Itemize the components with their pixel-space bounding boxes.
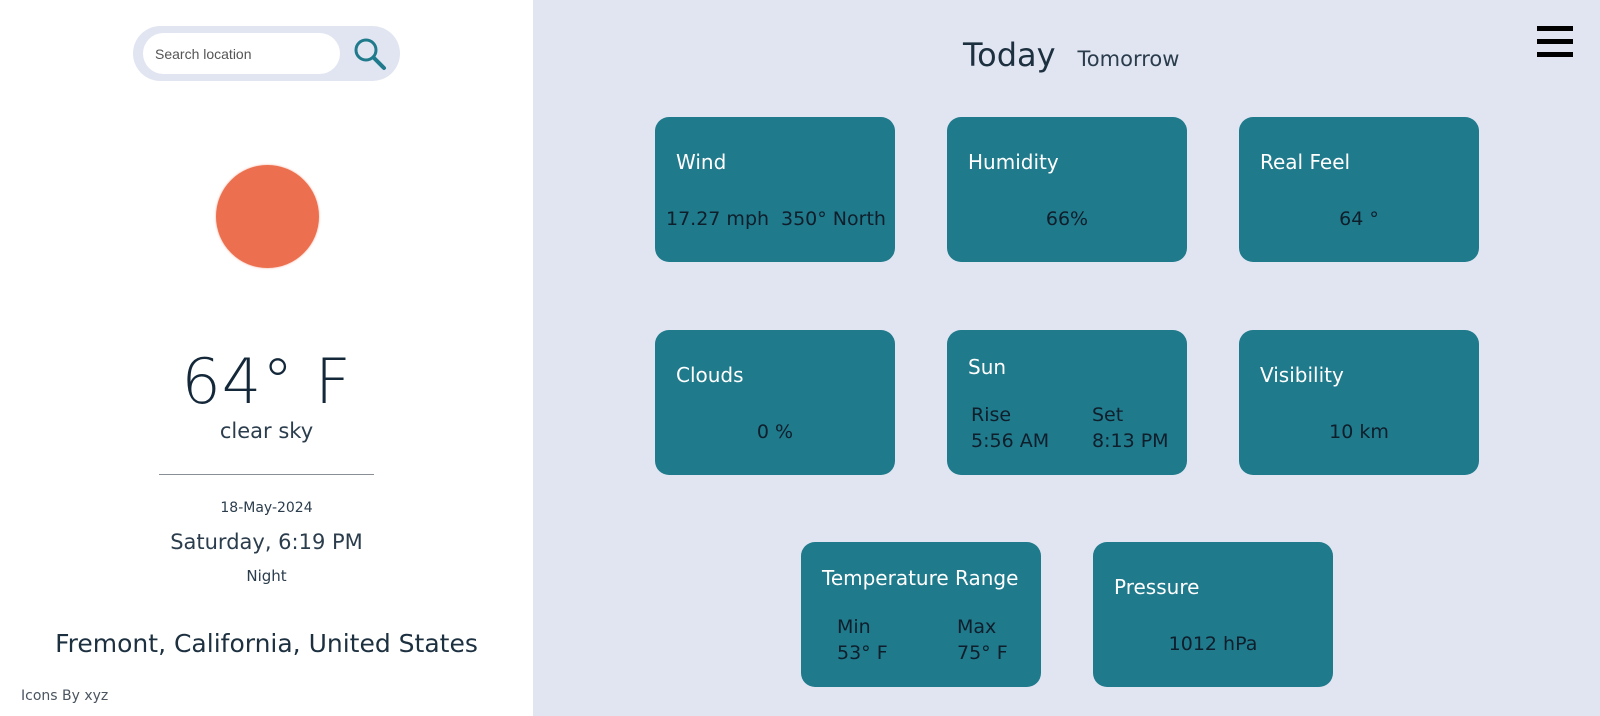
humidity-value: 66% [1045, 208, 1089, 230]
max-value: 75° F [957, 642, 1008, 664]
sunrise: Rise 5:56 AM [971, 402, 1049, 454]
wind-direction: 350° North [781, 208, 886, 230]
card-title: Sun [968, 355, 1007, 379]
visibility-value: 10 km [1329, 421, 1389, 443]
icon-credit: Icons By xyz [21, 688, 109, 704]
visibility-card: Visibility 10 km [1239, 330, 1479, 475]
sunset-time: 8:13 PM [1092, 430, 1169, 452]
hamburger-menu-icon[interactable] [1537, 26, 1573, 58]
sunset-label: Set [1092, 404, 1124, 426]
search-bar [133, 26, 400, 81]
temperature-range-card: Temperature Range Min 53° F Max 75° F [801, 542, 1041, 687]
max-label: Max [957, 616, 997, 638]
card-title: Clouds [676, 363, 744, 387]
current-weather-panel: 64° F clear sky 18-May-2024 Saturday, 6:… [0, 0, 533, 716]
sunset: Set 8:13 PM [1092, 402, 1169, 454]
card-title: Visibility [1260, 363, 1344, 387]
tab-today[interactable]: Today [963, 36, 1056, 74]
sun-icon [216, 165, 319, 268]
card-title: Humidity [968, 150, 1059, 174]
pressure-value: 1012 hPa [1168, 633, 1258, 655]
divider [159, 474, 374, 475]
card-title: Wind [676, 150, 727, 174]
card-title: Real Feel [1260, 150, 1351, 174]
real-feel-value: 64 ° [1339, 208, 1379, 230]
location-name: Fremont, California, United States [55, 629, 478, 658]
humidity-card: Humidity 66% [947, 117, 1187, 262]
sunrise-time: 5:56 AM [971, 430, 1050, 452]
current-temperature: 64° F [181, 345, 352, 418]
day-period: Night [246, 567, 287, 585]
clouds-card: Clouds 0 % [655, 330, 895, 475]
search-button[interactable] [351, 35, 389, 73]
current-day-time: Saturday, 6:19 PM [170, 530, 363, 554]
sunrise-label: Rise [971, 404, 1012, 426]
clouds-value: 0 % [756, 421, 794, 443]
wind-speed: 17.27 mph [666, 208, 770, 230]
min-value: 53° F [837, 642, 888, 664]
day-tabs: Today Tomorrow [963, 36, 1179, 74]
search-input[interactable] [143, 33, 340, 74]
min-temperature: Min 53° F [837, 614, 888, 666]
sun-card: Sun Rise 5:56 AM Set 8:13 PM [947, 330, 1187, 475]
pressure-card: Pressure 1012 hPa [1093, 542, 1333, 687]
max-temperature: Max 75° F [957, 614, 1008, 666]
current-date: 18-May-2024 [220, 500, 313, 516]
search-icon [354, 38, 386, 70]
weather-condition: clear sky [219, 419, 314, 443]
min-label: Min [837, 616, 871, 638]
wind-card: Wind 17.27 mph 350° North [655, 117, 895, 262]
card-title: Pressure [1114, 575, 1200, 599]
tab-tomorrow[interactable]: Tomorrow [1078, 47, 1180, 71]
real-feel-card: Real Feel 64 ° [1239, 117, 1479, 262]
card-title: Temperature Range [822, 566, 1019, 590]
